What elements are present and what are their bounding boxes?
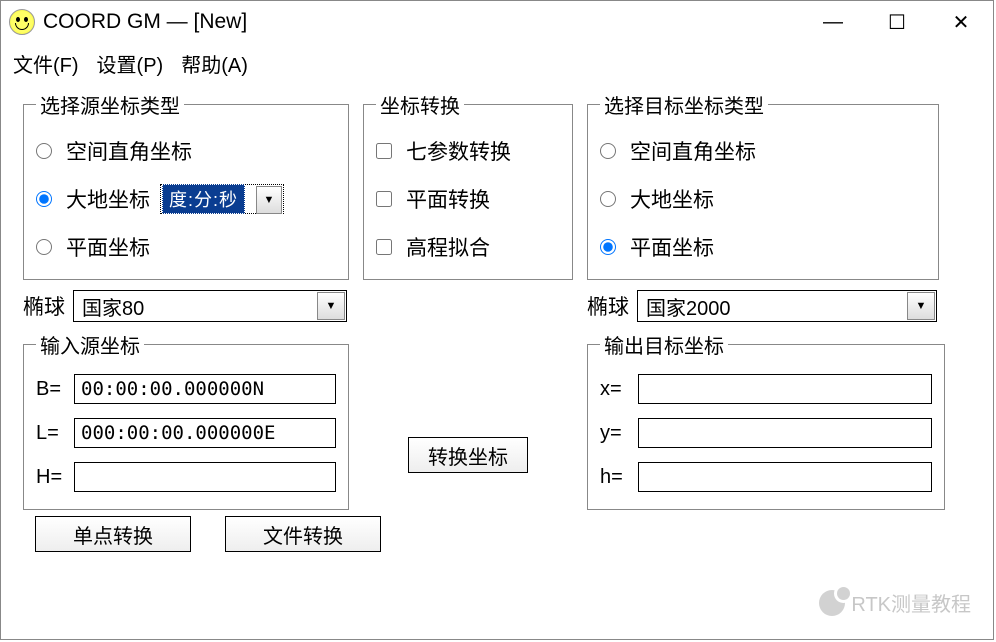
fieldset-input-coords: 输入源坐标 B= 00:00:00.000000N L= 000:00:00.0… [23,330,349,510]
fieldset-source-type: 选择源坐标类型 空间直角坐标 大地坐标 度:分:秒 ▼ 平面坐标 [23,90,349,280]
app-smiley-icon [9,9,35,35]
radio-dst-plane-input[interactable] [600,239,616,255]
window-title: COORD GM — [New] [43,10,801,34]
radio-src-cartesian-input[interactable] [36,143,52,159]
radio-dst-plane[interactable]: 平面坐标 [600,223,926,271]
radio-src-plane[interactable]: 平面坐标 [36,223,336,271]
input-h[interactable] [74,462,336,492]
check-height-fit[interactable]: 高程拟合 [376,223,560,271]
radio-dst-cartesian[interactable]: 空间直角坐标 [600,127,926,175]
check-seven-param-input[interactable] [376,143,392,159]
chevron-down-icon: ▼ [256,186,282,214]
check-seven-param[interactable]: 七参数转换 [376,127,560,175]
label-x: x= [600,378,634,401]
radio-dst-geodetic[interactable]: 大地坐标 [600,175,926,223]
combo-src-ellipsoid[interactable]: 国家80 ▼ [73,290,347,322]
watermark: RTK测量教程 [819,588,971,617]
radio-dst-geodetic-input[interactable] [600,191,616,207]
combo-dst-ellipsoid[interactable]: 国家2000 ▼ [637,290,937,322]
titlebar: COORD GM — [New] — ☐ ✕ [1,1,993,43]
label-hh: h= [600,466,634,489]
fieldset-target-type: 选择目标坐标类型 空间直角坐标 大地坐标 平面坐标 [587,90,939,280]
legend-source-type: 选择源坐标类型 [36,90,184,119]
label-y: y= [600,422,634,445]
chevron-down-icon: ▼ [907,292,935,320]
close-button[interactable]: ✕ [929,1,993,43]
wechat-icon [819,590,845,616]
output-h[interactable] [638,462,932,492]
radio-src-geodetic[interactable]: 大地坐标 度:分:秒 ▼ [36,175,336,223]
label-l: L= [36,422,70,445]
legend-input: 输入源坐标 [36,330,144,359]
menu-help[interactable]: 帮助(A) [181,49,248,78]
minimize-button[interactable]: — [801,1,865,43]
menubar: 文件(F) 设置(P) 帮助(A) [1,43,993,88]
label-src-ellipsoid: 椭球 [23,291,65,321]
legend-output: 输出目标坐标 [600,330,728,359]
convert-button[interactable]: 转换坐标 [408,437,528,473]
chevron-down-icon: ▼ [317,292,345,320]
radio-src-plane-input[interactable] [36,239,52,255]
file-convert-button[interactable]: 文件转换 [225,516,381,552]
label-b: B= [36,378,70,401]
input-l[interactable]: 000:00:00.000000E [74,418,336,448]
check-plane-transform-input[interactable] [376,191,392,207]
radio-dst-cartesian-input[interactable] [600,143,616,159]
fieldset-transform: 坐标转换 七参数转换 平面转换 高程拟合 [363,90,573,280]
input-b[interactable]: 00:00:00.000000N [74,374,336,404]
radio-src-geodetic-input[interactable] [36,191,52,207]
legend-target-type: 选择目标坐标类型 [600,90,768,119]
check-plane-transform[interactable]: 平面转换 [376,175,560,223]
combo-format[interactable]: 度:分:秒 ▼ [160,184,284,214]
label-h: H= [36,466,70,489]
output-y[interactable] [638,418,932,448]
menu-file[interactable]: 文件(F) [13,49,79,78]
label-dst-ellipsoid: 椭球 [587,291,629,321]
fieldset-output-coords: 输出目标坐标 x= y= h= [587,330,945,510]
output-x[interactable] [638,374,932,404]
legend-transform: 坐标转换 [376,90,464,119]
menu-settings[interactable]: 设置(P) [97,49,164,78]
maximize-button[interactable]: ☐ [865,1,929,43]
radio-src-cartesian[interactable]: 空间直角坐标 [36,127,336,175]
single-point-button[interactable]: 单点转换 [35,516,191,552]
check-height-fit-input[interactable] [376,239,392,255]
